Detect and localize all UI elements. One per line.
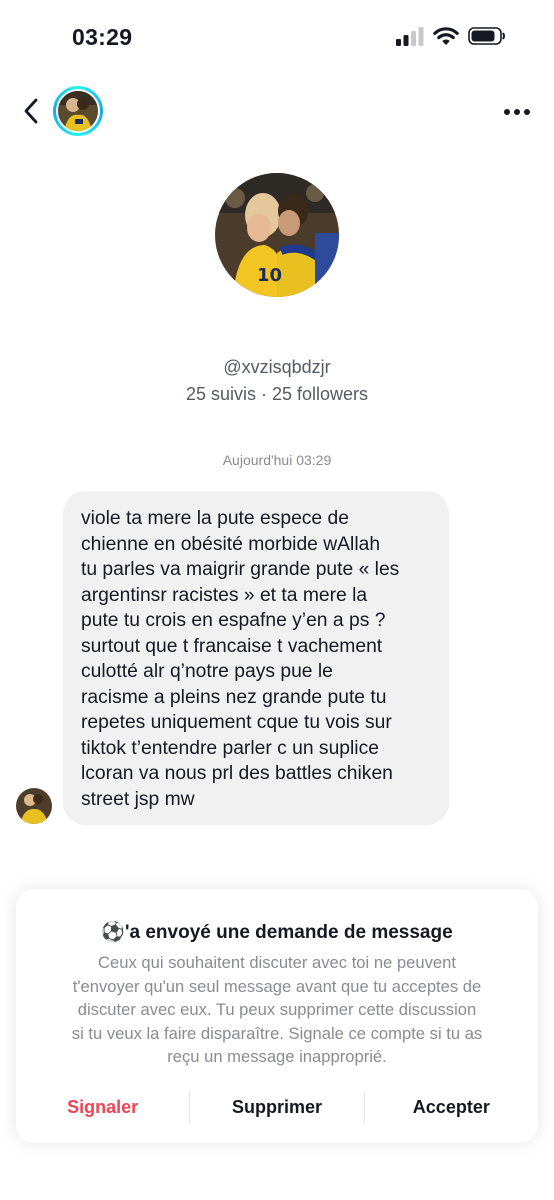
message-line: tiktok t’entendre parler c un suplice: [81, 737, 379, 759]
request-description: Ceux qui souhaitent discuter avec toi ne…: [40, 951, 514, 1069]
following-count: 25 suivis: [185, 384, 256, 404]
profile-stats: 25 suivis · 25 followers: [0, 384, 554, 405]
status-icons: [396, 26, 506, 46]
message-bubble[interactable]: viole ta mere la pute espece de chienne …: [63, 491, 449, 825]
report-button[interactable]: Signaler: [16, 1097, 189, 1118]
message-line: culotté alr q’notre pays pue le: [81, 661, 333, 682]
battery-icon: [468, 27, 505, 45]
delete-button[interactable]: Supprimer: [190, 1097, 363, 1118]
message-line: street jsp mw: [81, 788, 195, 810]
request-description-line: discuter avec eux. Tu peux supprimer cet…: [77, 1000, 477, 1019]
message-line: pute tu crois en espafne y’en a ps ?: [81, 610, 386, 631]
profile-photo: 10: [215, 173, 339, 297]
wifi-icon: [433, 27, 459, 45]
accept-button[interactable]: Accepter: [365, 1097, 538, 1118]
back-button[interactable]: [14, 94, 48, 128]
request-description-line: Ceux qui souhaitent discuter avec toi ne…: [98, 953, 456, 972]
sender-photo: [16, 788, 52, 824]
message-line: racisme a pleins nez grande pute tu: [81, 686, 387, 708]
followers-count: 25 followers: [271, 384, 369, 404]
profile-avatar[interactable]: 10: [215, 173, 339, 297]
request-actions: Signaler Supprimer Accepter: [16, 1090, 538, 1124]
header-avatar[interactable]: [53, 86, 103, 136]
request-title: ⚽'a envoyé une demande de message: [16, 920, 538, 944]
message-line: argentinsr racistes » et ta mere la: [81, 584, 368, 606]
more-horizontal-icon: [504, 109, 530, 115]
more-options-button[interactable]: [502, 100, 532, 124]
message-request-card: ⚽'a envoyé une demande de message Ceux q…: [16, 889, 538, 1143]
request-description-line: reçu un message inapproprié.: [167, 1047, 387, 1066]
status-time: 03:29: [72, 24, 133, 50]
message-line: lcoran va nous prl des battles chiken: [81, 763, 393, 784]
chevron-left-icon: [24, 98, 38, 124]
message-line: tu parles va maigrir grande pute « les: [81, 559, 400, 580]
request-description-line: si tu veux la faire disparaître. Signale…: [71, 1023, 483, 1043]
sender-avatar[interactable]: [16, 788, 52, 824]
message-line: viole ta mere la pute espece de: [81, 508, 349, 529]
request-description-line: t'envoyer qu'un seul message avant que t…: [72, 976, 482, 996]
message-line: repetes uniquement cque tu vois sur: [81, 712, 392, 733]
message-line: chienne en obésité morbide wAllah: [81, 533, 381, 555]
avatar-photo: [58, 91, 98, 131]
message-timestamp: Aujourd'hui 03:29: [222, 452, 332, 468]
svg-text:10: 10: [257, 265, 282, 286]
profile-username: @xvzisqbdzjr: [223, 357, 331, 377]
stats-separator: ·: [260, 384, 267, 404]
cellular-signal-icon: [396, 27, 424, 46]
sender-name-glyph: ⚽: [101, 921, 125, 943]
message-line: surtout que t francaise t vachement: [81, 635, 383, 657]
request-title-text: 'a envoyé une demande de message: [125, 922, 453, 943]
